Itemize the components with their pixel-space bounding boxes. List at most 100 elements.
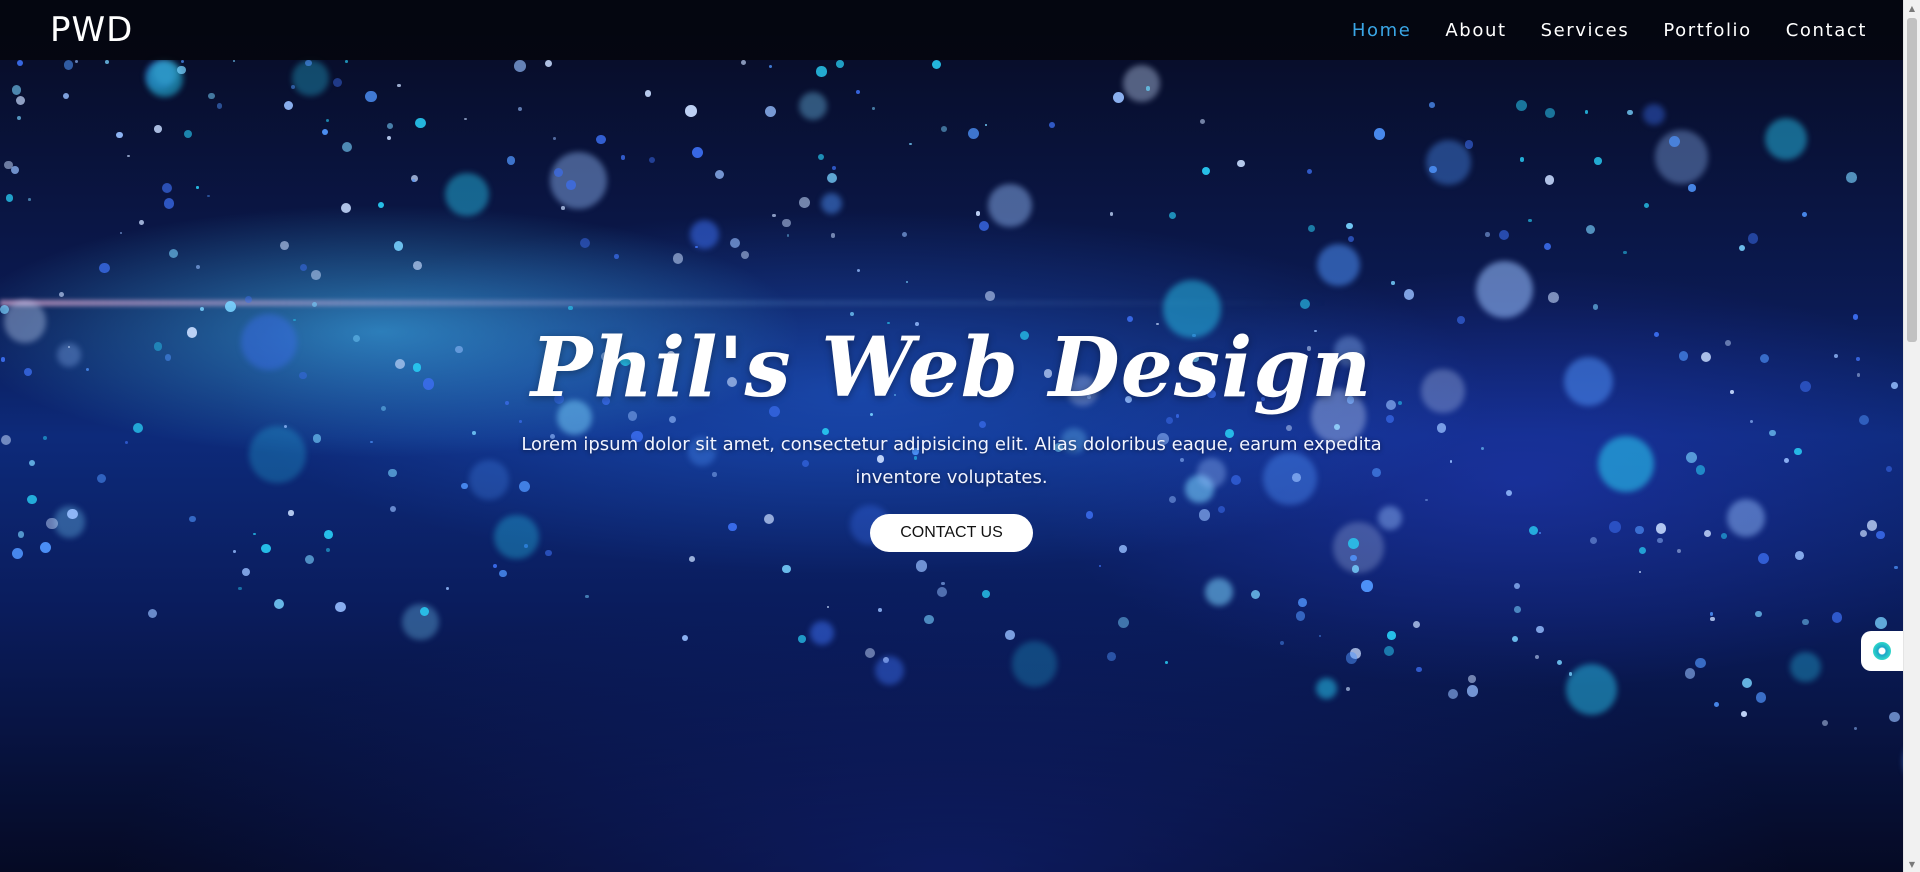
bokeh-particle <box>585 595 589 599</box>
bokeh-particle <box>552 137 556 140</box>
bokeh-particle <box>1112 91 1125 104</box>
bokeh-particle <box>1391 281 1395 285</box>
bokeh-particle <box>768 65 773 69</box>
bokeh-particle <box>75 60 79 63</box>
bokeh-particle <box>216 103 223 109</box>
bokeh-particle <box>644 90 652 97</box>
bokeh-particle <box>1794 551 1804 561</box>
bokeh-particle <box>1345 652 1358 664</box>
bokeh-particle <box>1351 565 1359 573</box>
bokeh-particle <box>333 77 343 87</box>
nav-contact[interactable]: Contact <box>1786 20 1867 41</box>
bokeh-particle <box>1889 711 1900 723</box>
bokeh-particle <box>335 601 346 613</box>
bokeh-particle <box>127 155 130 158</box>
bokeh-particle <box>798 92 827 121</box>
bokeh-particle <box>154 125 162 133</box>
bokeh-particle <box>104 60 109 65</box>
bokeh-particle <box>199 306 204 311</box>
bokeh-particle <box>620 155 626 160</box>
chat-widget-button[interactable] <box>1861 631 1903 671</box>
bokeh-particle <box>1831 612 1843 623</box>
bokeh-particle <box>1741 677 1753 689</box>
scrollbar-thumb[interactable] <box>1907 18 1917 342</box>
bokeh-particle <box>1764 117 1808 160</box>
scroll-down-icon[interactable]: ▼ <box>1904 856 1920 872</box>
bokeh-particle <box>5 194 14 202</box>
bokeh-particle <box>940 125 947 132</box>
bokeh-particle <box>1201 166 1211 176</box>
hero-subtitle: Lorem ipsum dolor sit amet, consectetur … <box>521 434 1382 488</box>
scroll-up-icon[interactable]: ▲ <box>1904 0 1920 16</box>
bokeh-particle <box>968 127 980 140</box>
nav-services[interactable]: Services <box>1541 20 1630 41</box>
bokeh-particle <box>63 60 74 70</box>
bokeh-particle <box>63 92 70 99</box>
bokeh-particle <box>1318 634 1321 637</box>
bokeh-particle <box>560 206 565 210</box>
bokeh-particle <box>147 608 157 618</box>
bokeh-particle <box>544 60 552 68</box>
bokeh-particle <box>183 130 192 139</box>
bokeh-particle <box>1164 660 1168 664</box>
bokeh-particle <box>905 280 909 284</box>
bokeh-particle <box>1361 580 1373 592</box>
bokeh-particle <box>1383 645 1394 656</box>
bokeh-particle <box>975 211 981 216</box>
bokeh-particle <box>1467 675 1476 683</box>
bokeh-particle <box>909 142 913 146</box>
bokeh-particle <box>1695 657 1706 669</box>
bokeh-particle <box>1741 711 1748 717</box>
bokeh-particle <box>163 197 175 209</box>
bokeh-particle <box>1643 103 1665 126</box>
bokeh-particle <box>415 117 427 129</box>
chat-widget-icon <box>1873 642 1891 660</box>
bokeh-particle <box>1280 640 1285 645</box>
bokeh-particle <box>119 231 122 235</box>
nav-portfolio[interactable]: Portfolio <box>1663 20 1751 41</box>
bokeh-particle <box>1544 175 1555 186</box>
nav-home[interactable]: Home <box>1352 20 1412 41</box>
bokeh-particle <box>836 60 844 68</box>
bokeh-particle <box>1585 225 1595 235</box>
bokeh-particle <box>1846 172 1857 183</box>
bokeh-particle <box>871 107 875 110</box>
bokeh-particle <box>924 614 934 625</box>
bokeh-particle <box>299 263 307 272</box>
bokeh-particle <box>740 250 750 260</box>
bokeh-particle <box>1593 304 1599 310</box>
bokeh-particle <box>820 193 842 215</box>
bokeh-particle <box>565 180 576 191</box>
bokeh-particle <box>386 136 391 141</box>
bokeh-particle <box>238 586 242 591</box>
bokeh-particle <box>1739 244 1746 251</box>
page-scrollbar[interactable]: ▲ ▼ <box>1903 0 1920 872</box>
bokeh-particle <box>690 219 720 249</box>
bokeh-particle <box>1315 677 1338 700</box>
bokeh-particle <box>1755 692 1767 703</box>
bokeh-particle <box>340 202 351 213</box>
bokeh-particle <box>550 152 608 209</box>
bokeh-particle <box>1644 202 1650 209</box>
bokeh-particle <box>1295 611 1306 621</box>
bokeh-particle <box>139 220 145 226</box>
bokeh-particle <box>988 184 1032 228</box>
site-logo[interactable]: PWD <box>50 10 133 50</box>
bokeh-particle <box>341 141 353 153</box>
bokeh-particle <box>499 569 508 578</box>
bokeh-particle <box>579 237 591 249</box>
contact-us-button[interactable]: CONTACT US <box>870 514 1033 552</box>
bokeh-particle <box>810 621 835 646</box>
bokeh-particle <box>280 240 290 250</box>
bokeh-particle <box>1544 108 1555 118</box>
bokeh-particle <box>412 179 415 182</box>
bokeh-particle <box>1387 631 1396 640</box>
bokeh-particle <box>1466 685 1479 697</box>
bokeh-particle <box>242 567 251 576</box>
bokeh-particle <box>798 635 806 643</box>
bokeh-particle <box>1447 689 1458 700</box>
bokeh-particle <box>1516 99 1528 111</box>
bokeh-particle <box>181 60 185 64</box>
nav-about[interactable]: About <box>1445 20 1506 41</box>
bokeh-particle <box>730 237 741 248</box>
